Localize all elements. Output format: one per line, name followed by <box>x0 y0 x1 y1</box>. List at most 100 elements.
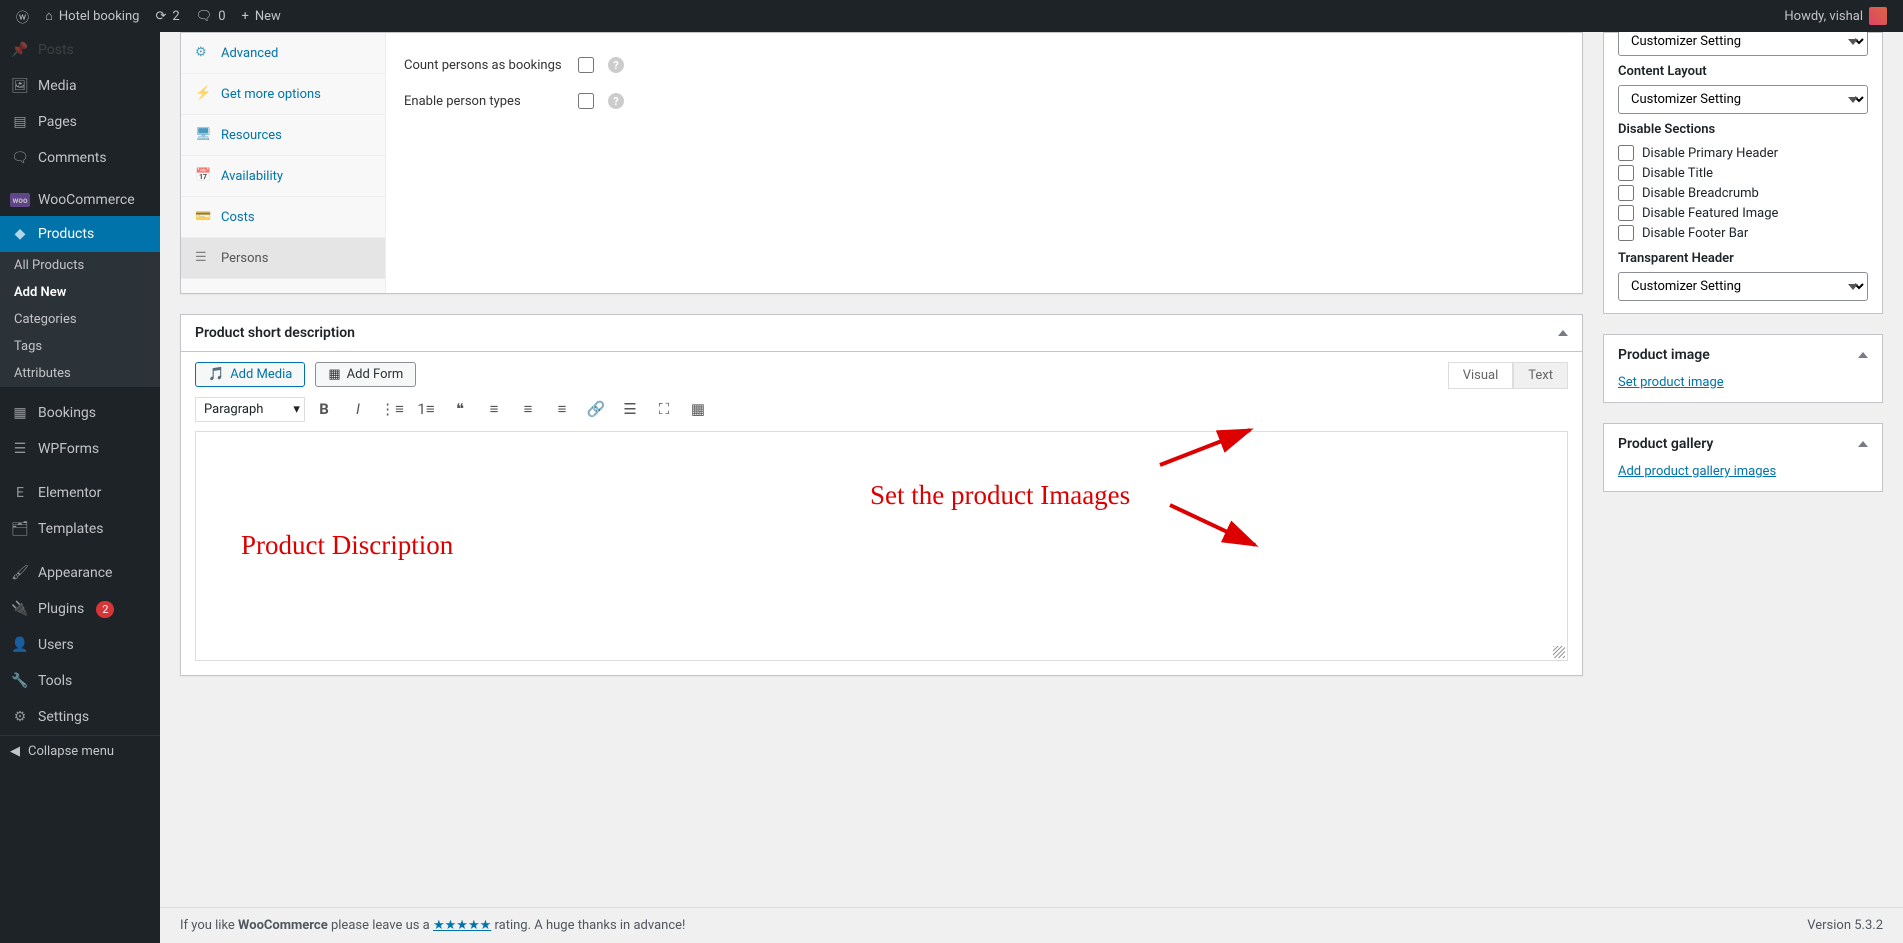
fullscreen-button[interactable]: ⛶ <box>649 395 679 423</box>
field-label: Count persons as bookings <box>404 58 564 73</box>
visual-tab[interactable]: Visual <box>1448 362 1514 389</box>
menu-settings[interactable]: ⚙Settings <box>0 699 160 735</box>
help-icon[interactable]: ? <box>608 57 624 73</box>
tab-resources[interactable]: 🖥Resources <box>181 115 385 156</box>
quote-button[interactable]: ❝ <box>445 395 475 423</box>
align-left-button[interactable]: ≡ <box>479 395 509 423</box>
submenu-all-products[interactable]: All Products <box>0 252 160 279</box>
product-data-panel: Count persons as bookings ? Enable perso… <box>386 33 1582 293</box>
tab-costs[interactable]: 💳Costs <box>181 197 385 238</box>
tab-advanced[interactable]: ⚙Advanced <box>181 33 385 74</box>
menu-plugins[interactable]: 🔌Plugins2 <box>0 591 160 627</box>
resize-handle[interactable] <box>1553 646 1565 658</box>
disable-footer-bar-checkbox[interactable] <box>1618 225 1634 241</box>
menu-pages[interactable]: ▤Pages <box>0 104 160 140</box>
menu-posts[interactable]: 📌Posts <box>0 32 160 68</box>
howdy-link[interactable]: Howdy, vishal <box>1776 0 1895 32</box>
toggle-handle[interactable] <box>1858 441 1868 447</box>
add-media-button[interactable]: 🎵Add Media <box>195 362 305 387</box>
product-gallery-box: Product gallery Add product gallery imag… <box>1603 423 1883 492</box>
field-label: Enable person types <box>404 94 564 109</box>
toggle-handle[interactable] <box>1558 330 1568 336</box>
version-text: Version 5.3.2 <box>1807 918 1883 933</box>
side-column: Customizer Setting Content Layout Custom… <box>1603 32 1883 512</box>
link-button[interactable]: 🔗 <box>581 395 611 423</box>
menu-media[interactable]: 🖼Media <box>0 68 160 104</box>
count-persons-checkbox[interactable] <box>578 57 594 73</box>
select-label: Paragraph <box>204 402 263 417</box>
disable-primary-header-checkbox[interactable] <box>1618 145 1634 161</box>
disable-sections-label: Disable Sections <box>1618 122 1868 137</box>
menu-label: Comments <box>38 150 107 166</box>
add-form-button[interactable]: ▦Add Form <box>315 362 416 387</box>
text-tab[interactable]: Text <box>1513 362 1568 389</box>
align-center-button[interactable]: ≡ <box>513 395 543 423</box>
bullet-list-button[interactable]: ⋮≡ <box>377 395 407 423</box>
toggle-handle[interactable] <box>1858 352 1868 358</box>
editor-textarea[interactable] <box>195 431 1568 661</box>
menu-label: Templates <box>38 521 104 537</box>
editor-media-toolbar: 🎵Add Media ▦Add Form Visual Text <box>181 352 1582 387</box>
comment-icon: 🗨 <box>196 9 213 24</box>
admin-sidebar: 📌Posts 🖼Media ▤Pages 🗨Comments wooWooCom… <box>0 32 160 943</box>
disable-featured-image-checkbox[interactable] <box>1618 205 1634 221</box>
card-icon: 💳 <box>195 209 211 225</box>
refresh-icon: ⟳ <box>155 9 166 24</box>
short-description-box: Product short description 🎵Add Media ▦Ad… <box>180 314 1583 676</box>
postbox-title: Product short description <box>195 325 355 341</box>
wp-logo[interactable]: ⓦ <box>8 0 37 32</box>
calendar-icon: 📅 <box>195 168 211 184</box>
rating-link[interactable]: ★★★★★ <box>433 918 491 933</box>
toolbar-toggle-button[interactable]: ▦ <box>683 395 713 423</box>
new-label: New <box>255 9 281 24</box>
new-content-link[interactable]: + New <box>234 0 289 32</box>
updates-link[interactable]: ⟳ 2 <box>147 0 187 32</box>
tab-get-more[interactable]: ⚡Get more options <box>181 74 385 115</box>
menu-wpforms[interactable]: ☰WPForms <box>0 431 160 467</box>
menu-templates[interactable]: 🗂 Templates <box>0 511 160 547</box>
help-icon[interactable]: ? <box>608 93 624 109</box>
set-product-image-link[interactable]: Set product image <box>1618 375 1724 390</box>
number-list-button[interactable]: 1≡ <box>411 395 441 423</box>
comments-link[interactable]: 🗨 0 <box>188 0 234 32</box>
submenu-attributes[interactable]: Attributes <box>0 360 160 387</box>
menu-users[interactable]: 👤Users <box>0 627 160 663</box>
tab-label: Get more options <box>221 87 321 102</box>
tab-label: Resources <box>221 128 282 143</box>
tab-availability[interactable]: 📅 Availability <box>181 156 385 197</box>
disable-breadcrumb-checkbox[interactable] <box>1618 185 1634 201</box>
collapse-menu[interactable]: ◀Collapse menu <box>0 735 160 767</box>
transparent-header-select[interactable]: Customizer Setting <box>1618 272 1868 301</box>
templates-icon: 🗂 <box>10 519 30 539</box>
menu-elementor[interactable]: EElementor <box>0 475 160 511</box>
footer-post: rating. A huge thanks in advance! <box>491 918 685 933</box>
italic-button[interactable]: I <box>343 395 373 423</box>
menu-label: Appearance <box>38 565 112 581</box>
enable-types-checkbox[interactable] <box>578 93 594 109</box>
content-layout-select[interactable]: Customizer Setting <box>1618 85 1868 114</box>
updates-count: 2 <box>172 9 179 24</box>
form-icon: ▦ <box>328 367 340 382</box>
submenu-add-new[interactable]: Add New <box>0 279 160 306</box>
submenu-categories[interactable]: Categories <box>0 306 160 333</box>
add-gallery-images-link[interactable]: Add product gallery images <box>1618 464 1776 479</box>
submenu-tags[interactable]: Tags <box>0 333 160 360</box>
read-more-button[interactable]: ☰ <box>615 395 645 423</box>
tab-label: Availability <box>221 169 283 184</box>
menu-tools[interactable]: 🔧Tools <box>0 663 160 699</box>
bold-button[interactable]: B <box>309 395 339 423</box>
menu-bookings[interactable]: ▦Bookings <box>0 395 160 431</box>
menu-appearance[interactable]: 🖌Appearance <box>0 555 160 591</box>
plugins-icon: 🔌 <box>10 599 30 619</box>
editor-mode-tabs: Visual Text <box>1448 362 1568 389</box>
menu-woocommerce[interactable]: wooWooCommerce <box>0 184 160 216</box>
paragraph-select[interactable]: Paragraph▾ <box>195 397 305 422</box>
home-icon: ⌂ <box>45 8 53 24</box>
site-link[interactable]: ⌂ Hotel booking <box>37 0 147 32</box>
tab-label: Advanced <box>221 46 278 61</box>
tab-persons[interactable]: ☰Persons <box>181 238 385 279</box>
menu-products[interactable]: ◆Products <box>0 216 160 252</box>
align-right-button[interactable]: ≡ <box>547 395 577 423</box>
menu-comments[interactable]: 🗨Comments <box>0 140 160 176</box>
disable-title-checkbox[interactable] <box>1618 165 1634 181</box>
